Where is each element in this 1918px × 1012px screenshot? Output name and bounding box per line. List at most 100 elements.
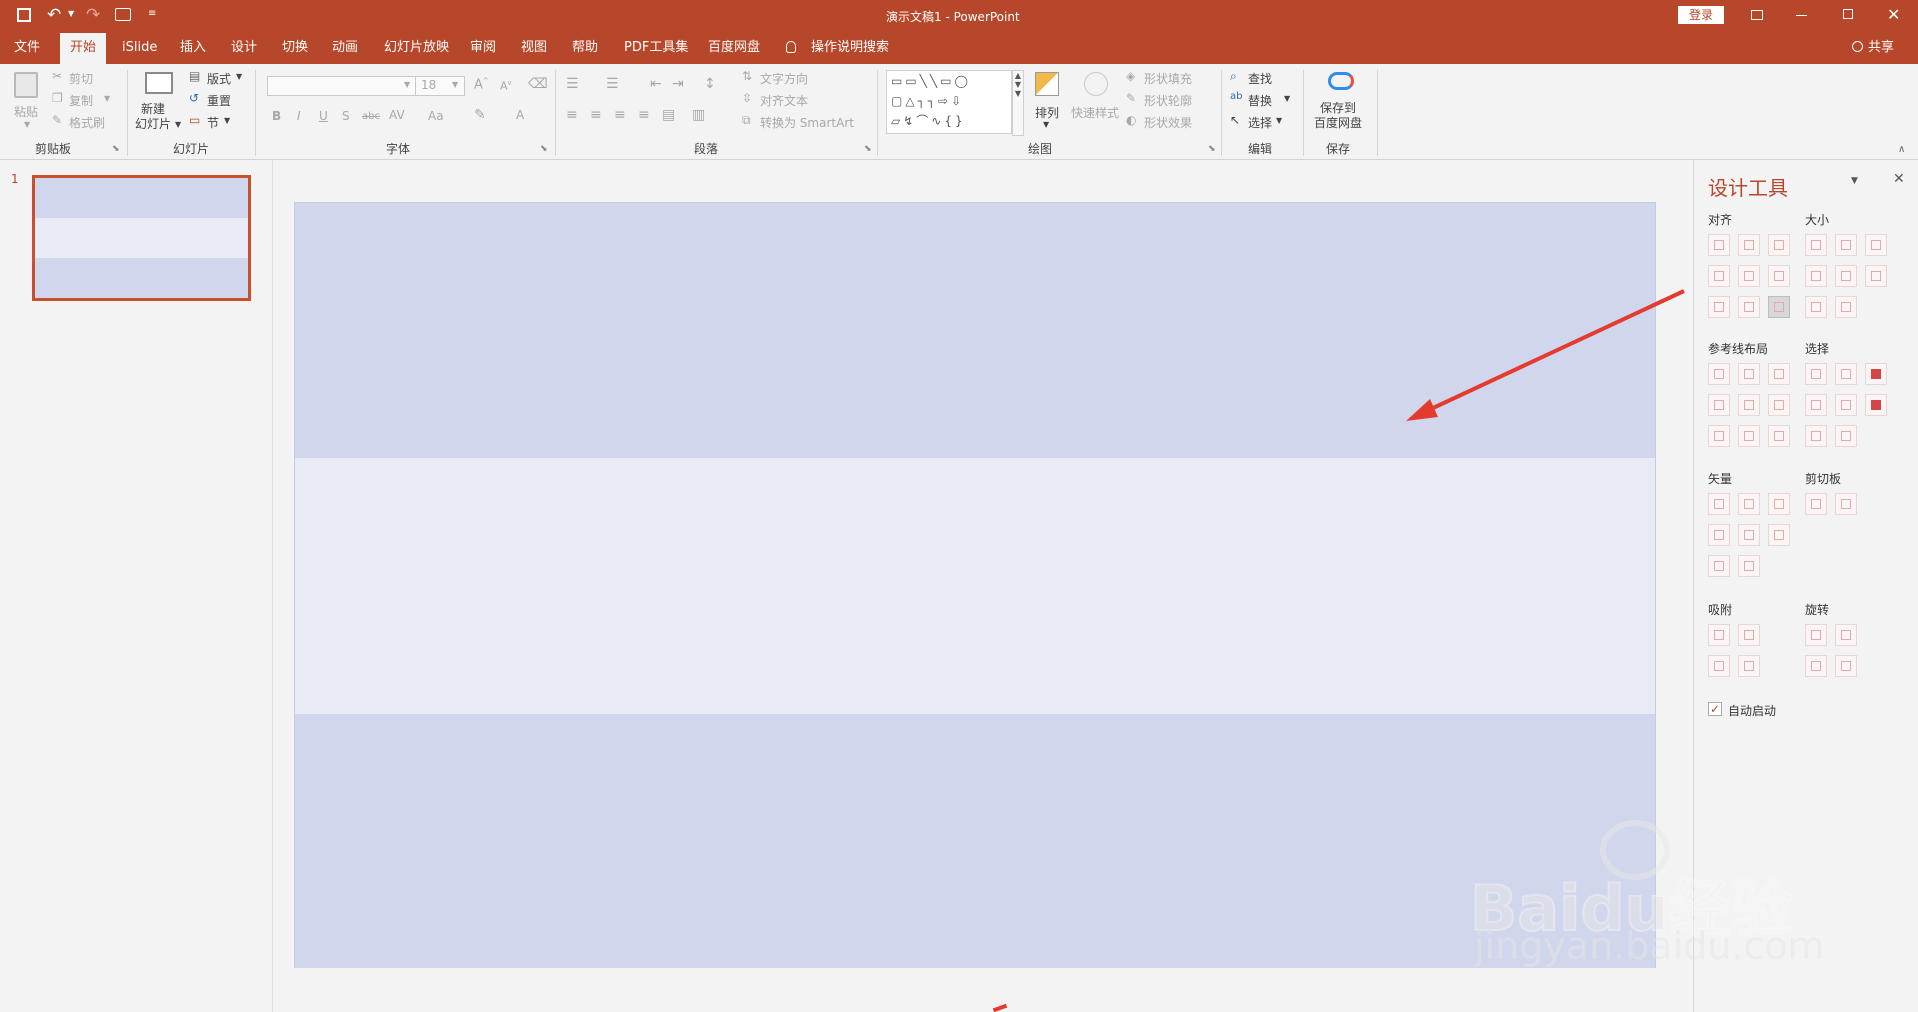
clipboard-launcher-icon[interactable]: ⬊ — [112, 144, 120, 154]
new-slide-dropdown-icon[interactable]: ▼ — [175, 120, 181, 129]
layout-dropdown-icon[interactable]: ▼ — [236, 72, 242, 81]
share-button[interactable]: 共享 — [1868, 33, 1894, 64]
font-launcher-icon[interactable]: ⬊ — [540, 144, 548, 154]
find-button[interactable]: 查找 — [1248, 70, 1272, 87]
justify-icon[interactable]: ≡ — [638, 107, 650, 123]
format-painter-button[interactable]: 格式刷 — [69, 114, 105, 131]
shape-effects-button[interactable]: 形状效果 — [1144, 114, 1192, 131]
align-top-tool[interactable] — [1708, 265, 1730, 287]
arrange-dropdown-icon[interactable]: ▼ — [1043, 120, 1049, 129]
cut-button[interactable]: 剪切 — [69, 70, 93, 87]
paste-dropdown-icon[interactable]: ▼ — [24, 120, 30, 129]
same-height-tool[interactable] — [1835, 234, 1857, 256]
redo-icon[interactable]: ↷ — [86, 5, 100, 25]
guide-tool-1[interactable] — [1708, 363, 1730, 385]
slide-thumbnail[interactable] — [32, 175, 251, 301]
flip-tool-2[interactable] — [1835, 655, 1857, 677]
paste-button[interactable]: 粘贴 — [14, 103, 38, 120]
select-tool-5[interactable] — [1835, 394, 1857, 416]
shape-outline-button[interactable]: 形状轮廓 — [1144, 92, 1192, 109]
increase-indent-icon[interactable]: ⇥ — [672, 76, 684, 92]
tab-pdf-tools[interactable]: PDF工具集 — [624, 33, 688, 64]
shapes-more-icon[interactable]: ▲ ▼ ▼ — [1012, 70, 1024, 136]
share-icon[interactable] — [1852, 41, 1863, 52]
tell-me-search[interactable]: 操作说明搜索 — [811, 33, 889, 64]
guide-tool-4[interactable] — [1708, 394, 1730, 416]
slide-band-middle[interactable] — [295, 458, 1655, 714]
tab-file[interactable]: 文件 — [14, 33, 40, 64]
guide-tool-9[interactable] — [1768, 425, 1790, 447]
numbering-icon[interactable]: ☰ — [606, 76, 619, 92]
select-tool-1[interactable] — [1805, 363, 1827, 385]
select-tool-4[interactable] — [1805, 394, 1827, 416]
snap-tool-4[interactable] — [1738, 655, 1760, 677]
vector-union-tool[interactable] — [1708, 493, 1730, 515]
copy-dropdown-icon[interactable]: ▼ — [104, 94, 110, 103]
auto-start-checkbox[interactable]: ✓ — [1708, 702, 1722, 716]
guide-tool-6[interactable] — [1768, 394, 1790, 416]
align-center-tool[interactable] — [1738, 234, 1760, 256]
tab-baidu-netdisk[interactable]: 百度网盘 — [708, 33, 760, 64]
pane-options-icon[interactable]: ▼ — [1851, 176, 1858, 186]
underline-icon[interactable]: U — [319, 109, 328, 123]
distribute-horizontal-tool[interactable] — [1708, 296, 1730, 318]
drawing-launcher-icon[interactable]: ⬊ — [1208, 144, 1216, 154]
shape-fill-button[interactable]: 形状填充 — [1144, 70, 1192, 87]
line-spacing-icon[interactable]: ↕ — [704, 76, 716, 92]
bold-icon[interactable]: B — [272, 109, 281, 123]
new-slide-button[interactable]: 新建 幻灯片 — [135, 102, 171, 132]
ribbon-display-options-icon[interactable] — [1751, 10, 1763, 20]
login-button[interactable]: 登录 — [1678, 6, 1724, 24]
size-tool-7[interactable] — [1805, 296, 1827, 318]
vector-subtract-tool[interactable] — [1738, 524, 1760, 546]
size-tool-4[interactable] — [1805, 265, 1827, 287]
tab-insert[interactable]: 插入 — [180, 33, 206, 64]
align-bottom-tool[interactable] — [1768, 265, 1790, 287]
arrange-button[interactable]: 排列 — [1035, 104, 1059, 121]
distributed-icon[interactable]: ▤ — [662, 107, 675, 123]
snap-tool-1[interactable] — [1708, 624, 1730, 646]
copy-tool[interactable] — [1805, 493, 1827, 515]
guide-tool-2[interactable] — [1738, 363, 1760, 385]
collapse-ribbon-icon[interactable]: ∧ — [1898, 144, 1905, 155]
size-tool-6[interactable] — [1865, 265, 1887, 287]
decrease-indent-icon[interactable]: ⇤ — [650, 76, 662, 92]
text-direction-button[interactable]: 文字方向 — [760, 70, 808, 87]
reset-button[interactable]: 重置 — [207, 92, 231, 109]
columns-icon[interactable]: ▥ — [692, 107, 705, 123]
character-spacing-icon[interactable]: AV — [389, 108, 405, 122]
paste-icon[interactable] — [14, 72, 38, 98]
highlight-color-icon[interactable]: ✎ — [474, 107, 486, 123]
guide-tool-3[interactable] — [1768, 363, 1790, 385]
tab-help[interactable]: 帮助 — [572, 33, 598, 64]
rotate-tool-1[interactable] — [1805, 624, 1827, 646]
align-text-button[interactable]: 对齐文本 — [760, 92, 808, 109]
strikethrough-icon[interactable]: abc — [362, 111, 380, 122]
tab-animations[interactable]: 动画 — [332, 33, 358, 64]
align-right-icon[interactable]: ≡ — [614, 107, 626, 123]
font-name-dropdown-icon[interactable]: ▼ — [404, 80, 410, 89]
shrink-font-icon[interactable]: Av — [500, 79, 512, 93]
font-color-icon[interactable]: A — [516, 108, 524, 122]
convert-to-smartart-button[interactable]: 转换为 SmartArt — [760, 114, 854, 131]
select-tool-2[interactable] — [1835, 363, 1857, 385]
pane-close-icon[interactable]: ✕ — [1893, 171, 1905, 187]
section-dropdown-icon[interactable]: ▼ — [224, 116, 230, 125]
vector-text-tool[interactable] — [1708, 555, 1730, 577]
copy-button[interactable]: 复制 — [69, 92, 93, 109]
tab-review[interactable]: 审阅 — [470, 33, 496, 64]
font-size-dropdown-icon[interactable]: ▼ — [452, 80, 458, 89]
clear-formatting-icon[interactable]: ⌫ — [528, 76, 548, 92]
slide-band-bottom[interactable] — [295, 714, 1655, 968]
tab-slideshow[interactable]: 幻灯片放映 — [384, 33, 449, 64]
undo-dropdown-icon[interactable]: ▼ — [68, 9, 74, 18]
customize-qat-icon[interactable]: ≡ — [148, 8, 156, 19]
vector-tool-6[interactable] — [1768, 524, 1790, 546]
guide-tool-5[interactable] — [1738, 394, 1760, 416]
change-case-icon[interactable]: Aa — [428, 109, 444, 123]
same-size-tool[interactable] — [1865, 234, 1887, 256]
select-button[interactable]: 选择 — [1248, 114, 1272, 131]
select-tool-8[interactable] — [1835, 425, 1857, 447]
cursor-select-tool[interactable] — [1865, 394, 1887, 416]
align-right-tool[interactable] — [1768, 234, 1790, 256]
